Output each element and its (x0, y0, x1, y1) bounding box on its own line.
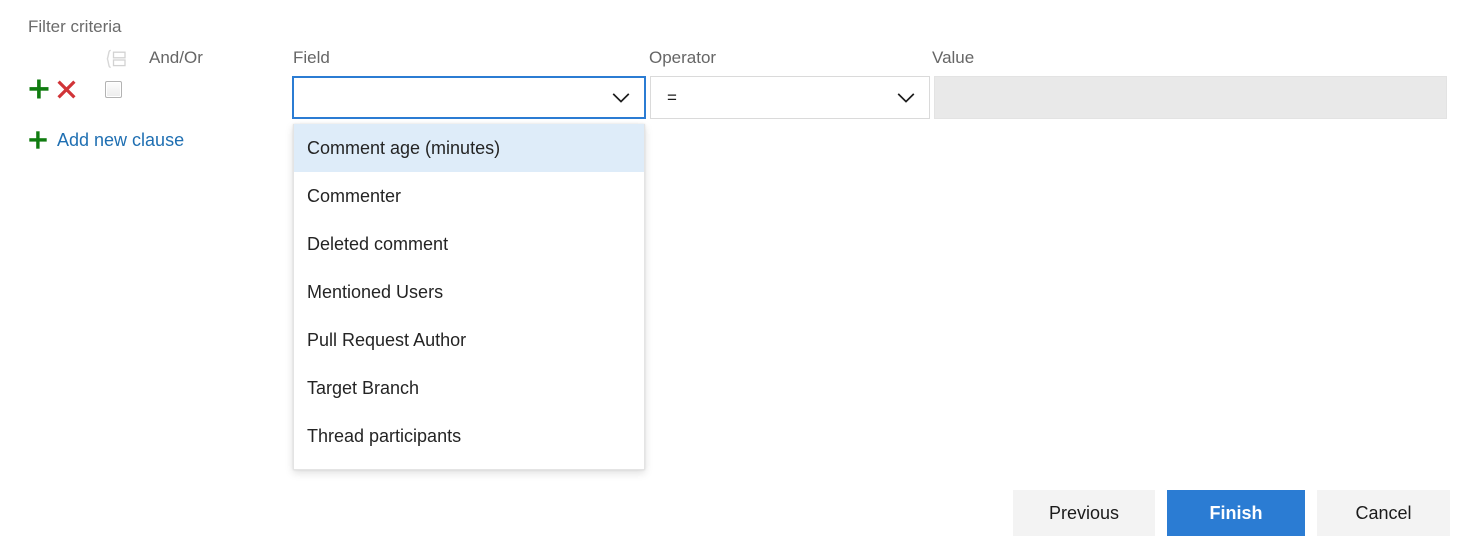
field-dropdown-list: Comment age (minutes) Commenter Deleted … (293, 124, 645, 470)
column-header-andor: And/Or (149, 48, 203, 67)
column-header-operator: Operator (649, 48, 717, 67)
column-header-field: Field (293, 48, 330, 67)
dropdown-option[interactable]: Commenter (294, 172, 644, 220)
chevron-down-icon (612, 92, 630, 103)
value-input (934, 76, 1447, 119)
previous-button[interactable]: Previous (1013, 490, 1155, 536)
add-clause-row-icon[interactable] (28, 78, 50, 100)
dropdown-option[interactable]: Deleted comment (294, 220, 644, 268)
operator-dropdown[interactable]: = (650, 76, 930, 119)
dropdown-option[interactable]: Comment age (minutes) (294, 124, 644, 172)
cancel-button[interactable]: Cancel (1317, 490, 1450, 536)
plus-icon (28, 130, 48, 150)
dropdown-option[interactable]: Mentioned Users (294, 268, 644, 316)
add-new-clause-label: Add new clause (57, 130, 185, 150)
dropdown-option[interactable]: Pull Request Author (294, 316, 644, 364)
add-new-clause-button[interactable]: Add new clause (28, 129, 184, 151)
group-clause-checkbox[interactable] (105, 81, 122, 98)
remove-clause-row-icon[interactable] (56, 79, 77, 100)
column-header-value: Value (932, 48, 975, 67)
field-dropdown[interactable] (292, 76, 646, 119)
page-title: Filter criteria (28, 17, 122, 36)
chevron-down-icon (897, 92, 915, 103)
dropdown-option[interactable]: Thread participants (294, 412, 644, 460)
finish-button[interactable]: Finish (1167, 490, 1305, 536)
operator-dropdown-value: = (667, 87, 677, 107)
dropdown-option[interactable]: Target Branch (294, 364, 644, 412)
group-clause-icon (104, 49, 128, 69)
